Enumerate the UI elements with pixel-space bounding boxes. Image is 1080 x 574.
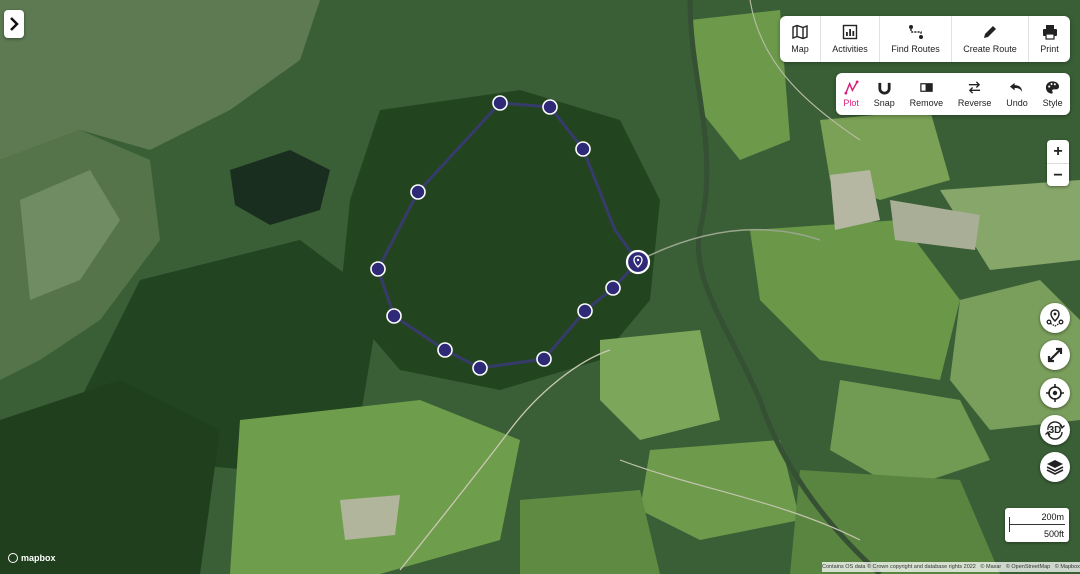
toolbar-label: Print [1040, 44, 1059, 54]
toolbar-create-route-button[interactable]: Create Route [952, 16, 1030, 62]
route-icon [908, 25, 923, 39]
route-waypoint[interactable] [605, 280, 621, 296]
scale-bar: 200m 500ft [1005, 508, 1069, 542]
toolbar-activities-button[interactable]: Activities [821, 16, 880, 62]
plot-tool-label: Remove [909, 98, 944, 108]
attribution-os: Contains OS data © Crown copyright and d… [822, 564, 976, 570]
pencil-icon [984, 26, 997, 38]
plot-tool-undo-button[interactable]: Undo [999, 73, 1035, 115]
sidebar-toggle-button[interactable] [4, 10, 24, 38]
plot-tool-style-button[interactable]: Style [1035, 73, 1070, 115]
plot-line-icon [844, 80, 859, 95]
mapbox-icon [8, 553, 18, 563]
rotate-3d-icon [1045, 421, 1065, 440]
mapbox-logo[interactable]: mapbox [8, 553, 56, 563]
toolbar-find-routes-button[interactable]: Find Routes [880, 16, 953, 62]
toolbar-label: Map [791, 44, 809, 54]
plot-toolbar: Plot Snap Remove Reverse Undo Style [836, 73, 1070, 115]
plot-tool-plot-button[interactable]: Plot [836, 73, 866, 115]
toolbar-print-button[interactable]: Print [1029, 16, 1070, 62]
plot-tool-remove-button[interactable]: Remove [902, 73, 950, 115]
palette-icon [1046, 81, 1060, 94]
route-pins-button[interactable] [1040, 303, 1070, 333]
route-waypoint[interactable] [386, 308, 402, 324]
route-waypoint[interactable] [410, 184, 426, 200]
route-start-marker[interactable] [625, 249, 651, 275]
plot-tool-label: Undo [1006, 98, 1028, 108]
mapbox-wordmark: mapbox [21, 553, 56, 563]
chevron-right-icon [10, 17, 19, 31]
attribution-mapbox[interactable]: © Mapbox [1055, 564, 1080, 570]
scale-metric: 200m [1041, 512, 1064, 522]
magnet-icon [878, 82, 891, 95]
toolbar-label: Find Routes [891, 44, 940, 54]
main-toolbar: Map Activities Find Routes Create Route … [780, 16, 1070, 62]
route-waypoint[interactable] [536, 351, 552, 367]
eraser-icon [920, 83, 933, 92]
plot-tool-label: Snap [873, 98, 895, 108]
zoom-controls: + − [1047, 140, 1069, 186]
expand-icon [1047, 347, 1063, 363]
toolbar-label: Activities [832, 44, 868, 54]
attribution-maxar[interactable]: © Maxar [980, 564, 1001, 570]
undo-icon [1010, 82, 1023, 93]
map-pins-icon [1046, 309, 1064, 327]
toolbar-map-button[interactable]: Map [780, 16, 821, 62]
route-waypoint[interactable] [492, 95, 508, 111]
plot-tool-reverse-button[interactable]: Reverse [951, 73, 999, 115]
map-attribution: Contains OS data © Crown copyright and d… [822, 562, 1080, 572]
3d-view-button[interactable]: 3D [1040, 415, 1070, 445]
route-waypoint[interactable] [472, 360, 488, 376]
attribution-osm[interactable]: © OpenStreetMap [1006, 564, 1050, 570]
zoom-in-button[interactable]: + [1047, 140, 1069, 164]
route-waypoint[interactable] [370, 261, 386, 277]
plot-tool-label: Reverse [957, 98, 992, 108]
route-waypoint[interactable] [575, 141, 591, 157]
map-icon [792, 24, 808, 40]
bar-chart-icon [842, 24, 858, 40]
reverse-arrows-icon [969, 81, 981, 94]
layers-icon [1046, 460, 1064, 475]
scale-imperial: 500ft [1043, 529, 1064, 539]
plot-tool-label: Style [1042, 98, 1063, 108]
plot-tool-label: Plot [843, 98, 859, 108]
plot-tool-snap-button[interactable]: Snap [866, 73, 902, 115]
route-waypoint[interactable] [542, 99, 558, 115]
zoom-out-button[interactable]: − [1047, 164, 1069, 187]
route-waypoint[interactable] [577, 303, 593, 319]
locate-me-button[interactable] [1040, 378, 1070, 408]
fullscreen-button[interactable] [1040, 340, 1070, 370]
crosshair-icon [1046, 384, 1064, 402]
route-waypoint[interactable] [437, 342, 453, 358]
toolbar-label: Create Route [963, 44, 1017, 54]
map-layers-button[interactable] [1040, 452, 1070, 482]
printer-icon [1042, 25, 1057, 40]
